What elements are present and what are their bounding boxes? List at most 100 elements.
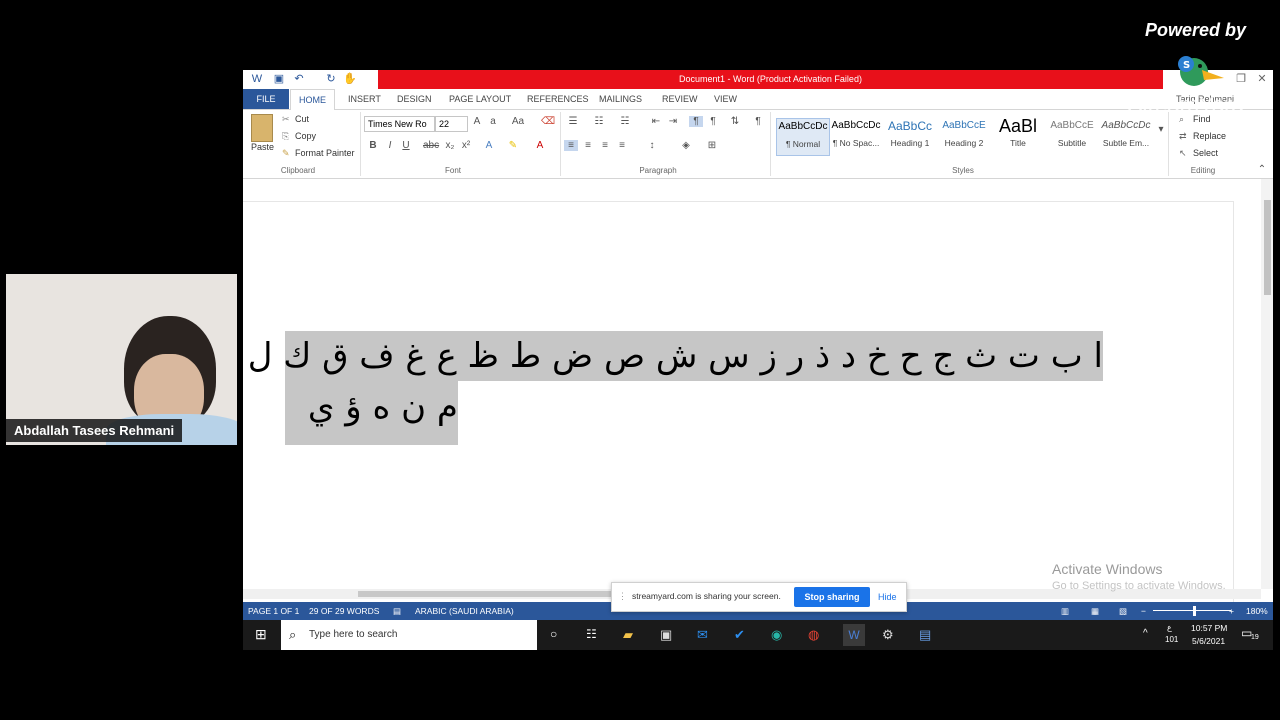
- bold-icon[interactable]: B: [366, 140, 380, 151]
- settings-icon[interactable]: ⚙: [882, 627, 894, 643]
- font-name-select[interactable]: Times New Ro: [364, 116, 435, 132]
- edge-icon[interactable]: ◉: [771, 627, 782, 643]
- file-explorer-icon[interactable]: ▰: [623, 627, 633, 643]
- line-spacing-icon[interactable]: ↕: [645, 140, 659, 151]
- close-icon[interactable]: ✕: [1256, 73, 1268, 85]
- collapse-ribbon-icon[interactable]: ⌃: [1255, 164, 1269, 175]
- tab-references[interactable]: REFERENCES: [519, 89, 597, 109]
- clock-date[interactable]: 5/6/2021: [1192, 636, 1225, 646]
- zoom-slider-thumb[interactable]: [1193, 606, 1196, 616]
- style-normal[interactable]: AaBbCcDc ¶ Normal: [776, 118, 830, 156]
- style-heading-2[interactable]: AaBbCcE Heading 2: [938, 118, 990, 154]
- group-divider: [360, 112, 361, 176]
- tab-home[interactable]: HOME: [290, 89, 335, 110]
- clock-time[interactable]: 10:57 PM: [1191, 623, 1227, 633]
- save-icon[interactable]: ▣: [273, 73, 285, 85]
- zoom-out-icon[interactable]: −: [1141, 602, 1146, 620]
- style-subtle-emphasis[interactable]: AaBbCcDc Subtle Em...: [1100, 118, 1152, 154]
- borders-icon[interactable]: ⊞: [705, 140, 719, 151]
- select-button[interactable]: Select: [1193, 148, 1218, 158]
- print-layout-icon[interactable]: ▦: [1091, 602, 1099, 620]
- align-left-icon[interactable]: ≡: [564, 140, 578, 151]
- decrease-indent-icon[interactable]: ⇤: [649, 116, 663, 127]
- document-text-line-1[interactable]: ا ب ت ث ج ح خ د ذ ر ز س ش ص ض ط ظ ع غ ف …: [248, 331, 1103, 381]
- format-painter-button[interactable]: Format Painter: [295, 148, 355, 158]
- paste-icon[interactable]: [251, 114, 273, 142]
- tray-chevron-icon[interactable]: ^: [1143, 628, 1148, 639]
- superscript-icon[interactable]: x²: [459, 140, 473, 151]
- strikethrough-icon[interactable]: abc: [423, 140, 439, 151]
- style-no-spacing[interactable]: AaBbCcDc ¶ No Spac...: [830, 118, 882, 154]
- undo-icon[interactable]: ↶: [293, 73, 305, 85]
- redo-icon[interactable]: ↻: [325, 73, 337, 85]
- copy-button[interactable]: Copy: [295, 131, 316, 141]
- font-color-icon[interactable]: A: [533, 140, 547, 151]
- remote-desktop-icon[interactable]: ▤: [919, 627, 931, 643]
- web-layout-icon[interactable]: ▧: [1119, 602, 1127, 620]
- style-subtitle[interactable]: AaBbCcE Subtitle: [1046, 118, 1098, 154]
- increase-indent-icon[interactable]: ⇥: [666, 116, 680, 127]
- cortana-icon[interactable]: ○: [550, 627, 557, 641]
- restore-icon[interactable]: ❐: [1235, 73, 1247, 85]
- ltr-direction-icon[interactable]: ¶: [689, 116, 703, 127]
- align-right-icon[interactable]: ≡: [598, 140, 612, 151]
- align-center-icon[interactable]: ≡: [581, 140, 595, 151]
- show-marks-icon[interactable]: ¶: [751, 116, 765, 127]
- proofing-icon[interactable]: ▤: [393, 602, 401, 620]
- word-taskbar-icon[interactable]: W: [843, 624, 865, 646]
- text-effects-icon[interactable]: A: [482, 140, 496, 151]
- drag-handle-icon[interactable]: ⋮: [618, 591, 627, 602]
- tab-view[interactable]: VIEW: [706, 89, 745, 109]
- todo-icon[interactable]: ✔: [734, 627, 745, 643]
- paste-button[interactable]: Paste: [251, 142, 274, 152]
- multilevel-list-icon[interactable]: ☵: [618, 116, 632, 127]
- rtl-direction-icon[interactable]: ¶: [706, 116, 720, 127]
- zoom-slider[interactable]: [1153, 610, 1231, 611]
- chrome-icon[interactable]: ◍: [808, 627, 819, 643]
- tab-design[interactable]: DESIGN: [389, 89, 440, 109]
- read-mode-icon[interactable]: ▥: [1061, 602, 1069, 620]
- numbering-icon[interactable]: ☷: [592, 116, 606, 127]
- grow-font-icon[interactable]: A: [470, 116, 484, 127]
- word-count[interactable]: 29 OF 29 WORDS: [309, 602, 379, 620]
- task-view-icon[interactable]: ☷: [586, 627, 597, 641]
- input-language-top[interactable]: ع: [1167, 623, 1172, 632]
- sort-icon[interactable]: ⇅: [728, 116, 742, 127]
- replace-button[interactable]: Replace: [1193, 131, 1226, 141]
- italic-icon[interactable]: I: [383, 140, 397, 151]
- ribbon-tabs: FILE HOME INSERT DESIGN PAGE LAYOUT REFE…: [243, 89, 1273, 110]
- tab-mailings[interactable]: MAILINGS: [591, 89, 650, 109]
- document-text-line-2[interactable]: م ن ه ؤ ي: [285, 381, 458, 445]
- page-count[interactable]: PAGE 1 OF 1: [248, 602, 299, 620]
- start-icon[interactable]: ⊞: [255, 626, 267, 643]
- subscript-icon[interactable]: x₂: [443, 140, 457, 151]
- tab-page-layout[interactable]: PAGE LAYOUT: [441, 89, 519, 109]
- mail-icon[interactable]: ✉: [697, 627, 708, 643]
- style-title[interactable]: AaBl Title: [992, 117, 1044, 154]
- style-heading-1[interactable]: AaBbCc Heading 1: [884, 118, 936, 154]
- input-language-bottom[interactable]: 101: [1165, 635, 1178, 644]
- zoom-in-icon[interactable]: +: [1229, 602, 1234, 620]
- store-icon[interactable]: ▣: [660, 627, 672, 643]
- styles-more-icon[interactable]: ▾: [1154, 124, 1168, 135]
- justify-icon[interactable]: ≡: [615, 140, 629, 151]
- tab-insert[interactable]: INSERT: [340, 89, 389, 109]
- font-size-select[interactable]: 22: [435, 116, 468, 132]
- highlight-icon[interactable]: ✎: [506, 140, 520, 151]
- stop-sharing-button[interactable]: Stop sharing: [794, 587, 870, 607]
- language-indicator[interactable]: ARABIC (SAUDI ARABIA): [415, 602, 514, 620]
- underline-icon[interactable]: U: [399, 140, 413, 151]
- vertical-scroll-thumb[interactable]: [1264, 200, 1271, 295]
- shading-icon[interactable]: ◈: [679, 140, 693, 151]
- shrink-font-icon[interactable]: a: [486, 116, 500, 127]
- bullets-icon[interactable]: ☰: [566, 116, 580, 127]
- taskbar-search-box[interactable]: ⌕ Type here to search: [281, 620, 537, 650]
- tab-file[interactable]: FILE: [243, 89, 289, 109]
- clear-format-icon[interactable]: ⌫: [541, 116, 555, 127]
- cut-button[interactable]: Cut: [295, 114, 309, 124]
- touch-mode-icon[interactable]: ✋: [343, 73, 357, 85]
- tab-review[interactable]: REVIEW: [654, 89, 706, 109]
- change-case-icon[interactable]: Aa: [511, 116, 525, 127]
- hide-share-bar-button[interactable]: Hide: [878, 587, 902, 607]
- zoom-level[interactable]: 180%: [1246, 602, 1268, 620]
